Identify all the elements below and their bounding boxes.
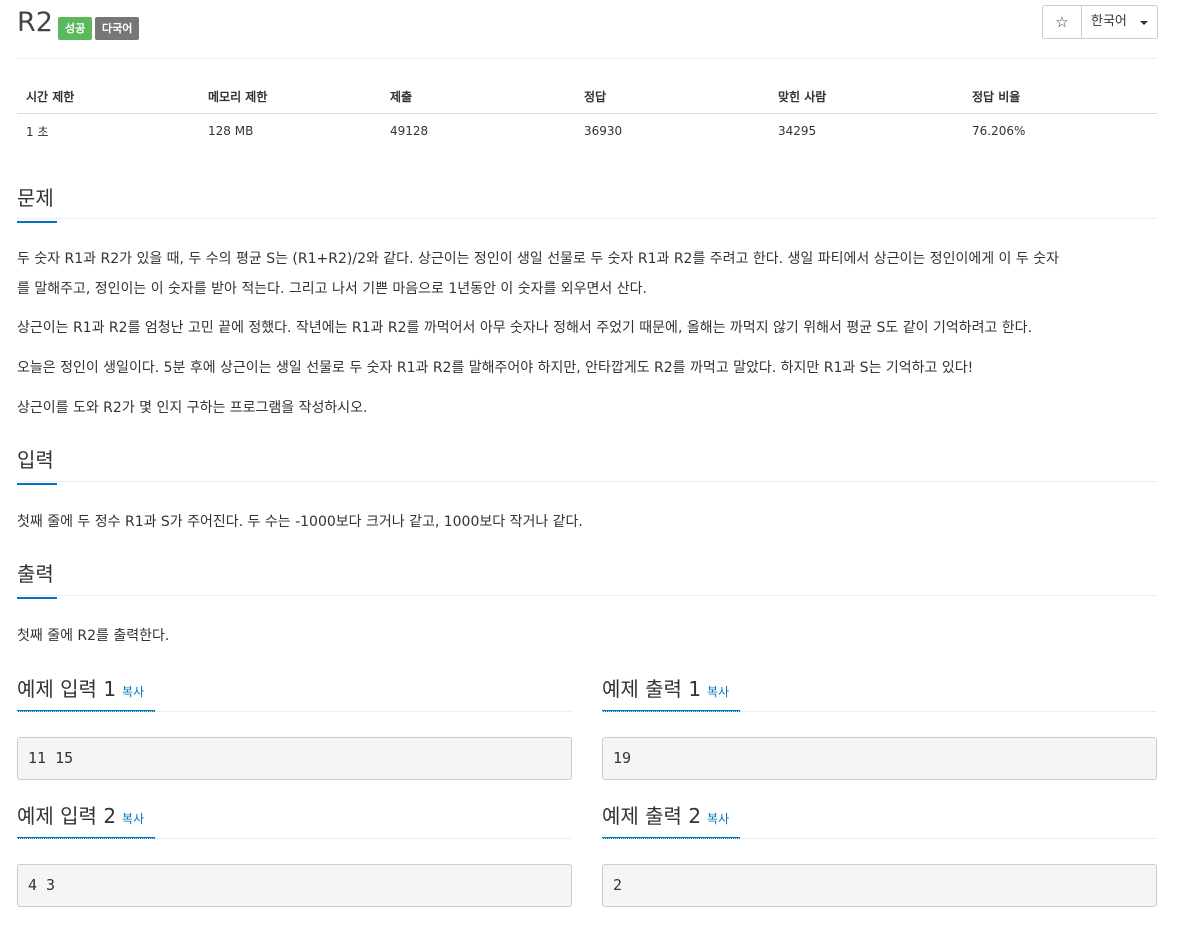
- sample-divider: [17, 711, 572, 712]
- problem-title: R2: [17, 7, 53, 38]
- sample-input-2-heading: 예제 입력 2 복사: [17, 800, 144, 835]
- accept-ratio-value: 76.206%: [972, 124, 1026, 138]
- info-header-cell: 제출: [390, 90, 413, 104]
- info-header-cell: 메모리 제한: [208, 90, 268, 104]
- info-header-cell: 맞힌 사람: [778, 90, 827, 104]
- description-paragraph-4: 상근이를 도와 R2가 몇 인지 구하는 프로그램을 작성하시오.: [17, 400, 368, 416]
- submissions-value[interactable]: 49128: [381, 124, 575, 138]
- solvers-value[interactable]: 34295: [769, 124, 963, 138]
- description-line: 두 숫자 R1과 R2가 있을 때, 두 수의 평균 S는 (R1+R2)/2와…: [17, 251, 1059, 267]
- description-heading: 문제: [17, 182, 57, 223]
- sample-output-2: 2: [602, 864, 1157, 907]
- sample-heading-text: 예제 입력 2: [17, 804, 117, 828]
- sample-output-1: 19: [602, 737, 1157, 780]
- input-heading: 입력: [17, 444, 57, 485]
- copy-button[interactable]: 복사: [122, 812, 144, 826]
- output-heading-text: 출력: [17, 562, 54, 586]
- copy-button[interactable]: 복사: [122, 685, 144, 699]
- sample-input-1-heading: 예제 입력 1 복사: [17, 673, 144, 708]
- status-badge-multilang: 다국어: [95, 17, 140, 40]
- info-header-cell: 정답: [584, 90, 607, 104]
- info-table-header-row: 시간 제한 메모리 제한 제출 정답 맞힌 사람 정답 비율: [17, 80, 1157, 114]
- description-paragraph-2: 상근이는 R1과 R2를 엄청난 고민 끝에 정했다. 작년에는 R1과 R2를…: [17, 320, 1033, 336]
- output-description: 첫째 줄에 R2를 출력한다.: [17, 628, 170, 644]
- info-header-cell: 정답 비율: [972, 90, 1021, 104]
- sample-heading-text: 예제 입력 1: [17, 677, 117, 701]
- sample-output-1-heading: 예제 출력 1 복사: [602, 673, 729, 708]
- sample-input-1: 11 15: [17, 737, 572, 780]
- sample-heading-text: 예제 출력 2: [602, 804, 702, 828]
- status-badge-success: 성공: [58, 17, 93, 40]
- sample-divider: [602, 711, 1157, 712]
- description-heading-text: 문제: [17, 186, 54, 210]
- time-limit-value: 1 초: [26, 124, 49, 139]
- info-header-cell: 시간 제한: [26, 90, 75, 104]
- output-heading: 출력: [17, 558, 57, 599]
- problem-page: R2 성공 다국어 ☆ 한국어 시간 제한 메모리 제한 제출 정답 맞힌 사람…: [0, 0, 1179, 929]
- sample-input-2: 4 3: [17, 864, 572, 907]
- info-table-value-row: 1 초 128 MB 49128 36930 34295 76.206%: [17, 114, 1157, 148]
- memory-limit-value: 128 MB: [208, 124, 254, 138]
- heading-underline: [17, 597, 57, 599]
- section-divider: [17, 218, 1157, 219]
- sample-divider: [602, 838, 1157, 839]
- heading-underline: [17, 221, 57, 223]
- input-description: 첫째 줄에 두 정수 R1과 S가 주어진다. 두 수는 -1000보다 크거나…: [17, 514, 583, 530]
- header-divider: [17, 58, 1157, 59]
- section-divider: [17, 481, 1157, 482]
- sample-output-2-heading: 예제 출력 2 복사: [602, 800, 729, 835]
- copy-button[interactable]: 복사: [707, 812, 729, 826]
- language-label: 한국어: [1091, 14, 1127, 29]
- language-dropdown[interactable]: 한국어: [1082, 6, 1157, 38]
- sample-divider: [17, 838, 572, 839]
- caret-down-icon: [1140, 21, 1148, 25]
- input-heading-text: 입력: [17, 448, 54, 472]
- description-line: 를 말해주고, 정인이는 이 숫자를 받아 적는다. 그리고 나서 기쁜 마음으…: [17, 281, 647, 297]
- header-button-group: ☆ 한국어: [1042, 5, 1158, 39]
- star-icon: ☆: [1055, 13, 1069, 31]
- heading-underline: [17, 483, 57, 485]
- star-button[interactable]: ☆: [1043, 6, 1082, 38]
- copy-button[interactable]: 복사: [707, 685, 729, 699]
- section-divider: [17, 595, 1157, 596]
- accepted-value[interactable]: 36930: [575, 124, 769, 138]
- description-paragraph-1: 두 숫자 R1과 R2가 있을 때, 두 수의 평균 S는 (R1+R2)/2와…: [17, 244, 1162, 304]
- problem-info-table: 시간 제한 메모리 제한 제출 정답 맞힌 사람 정답 비율 1 초 128 M…: [17, 80, 1157, 148]
- sample-heading-text: 예제 출력 1: [602, 677, 702, 701]
- description-paragraph-3: 오늘은 정인이 생일이다. 5분 후에 상근이는 생일 선물로 두 숫자 R1과…: [17, 360, 974, 376]
